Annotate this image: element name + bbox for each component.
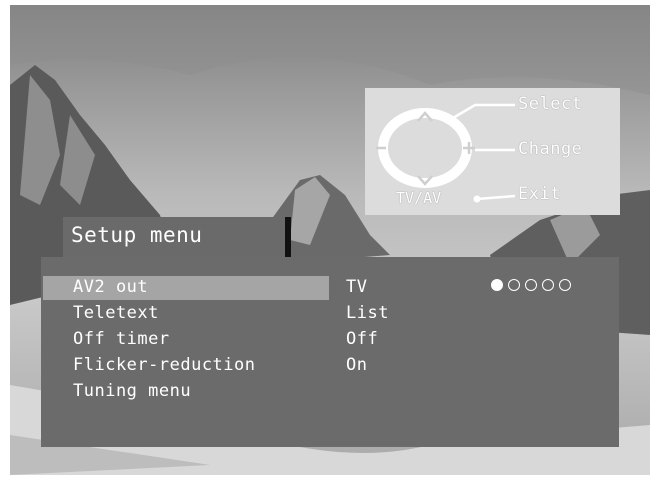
menu-item-teletext[interactable]: Teletext xyxy=(73,303,159,323)
selector-dot xyxy=(559,279,571,291)
tv-av-button-label: TV/AV xyxy=(396,189,442,207)
menu-title-bar: Setup menu xyxy=(63,217,291,262)
remote-control-legend: Select Change Exit TV/AV xyxy=(365,88,620,215)
menu-item-tuning-menu[interactable]: Tuning menu xyxy=(73,381,191,401)
change-label: Change xyxy=(518,139,583,159)
menu-value-av2-out[interactable]: TV xyxy=(346,277,367,297)
menu-item-flicker-reduction[interactable]: Flicker-reduction xyxy=(73,355,256,375)
selector-dot xyxy=(491,279,503,291)
select-label: Select xyxy=(518,94,583,114)
setup-menu-panel: AV2 out TV Teletext List Off timer Off F… xyxy=(41,257,619,447)
selector-dot xyxy=(542,279,554,291)
tv-screen: Select Change Exit TV/AV Setup menu AV2 … xyxy=(10,5,650,475)
menu-value-teletext[interactable]: List xyxy=(346,303,389,323)
menu-value-flicker-reduction[interactable]: On xyxy=(346,355,367,375)
menu-value-off-timer[interactable]: Off xyxy=(346,329,378,349)
selector-dot xyxy=(508,279,520,291)
menu-item-av2-out[interactable]: AV2 out xyxy=(73,277,148,297)
option-selector-dots xyxy=(491,279,571,291)
page-title: Setup menu xyxy=(71,223,203,247)
exit-label: Exit xyxy=(518,184,561,204)
selector-dot xyxy=(525,279,537,291)
menu-item-off-timer[interactable]: Off timer xyxy=(73,329,170,349)
